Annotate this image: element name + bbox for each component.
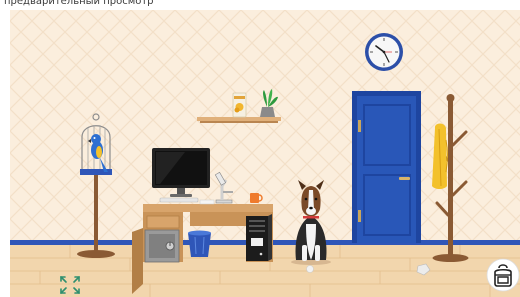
preview-caption: предварительный просмотр [4, 0, 154, 7]
room-illustration [10, 10, 520, 297]
blue-door[interactable] [352, 91, 421, 243]
safe-icon[interactable] [144, 229, 180, 263]
open-cabinet-door[interactable] [132, 228, 143, 294]
expand-arrows-icon[interactable] [59, 275, 81, 295]
ball-icon[interactable] [306, 265, 314, 273]
game-screen: предварительный просмотр [0, 0, 520, 297]
snack-bag-icon[interactable] [232, 92, 247, 118]
wall-clock-icon[interactable] [365, 33, 403, 71]
papers-icon[interactable] [199, 199, 215, 205]
room-scene [10, 10, 520, 297]
backpack-icon[interactable] [486, 258, 520, 292]
trash-bin-icon[interactable] [188, 230, 211, 258]
pc-tower-icon[interactable] [246, 214, 272, 261]
wall-shelf [197, 117, 281, 123]
keyboard-icon[interactable] [159, 197, 199, 203]
